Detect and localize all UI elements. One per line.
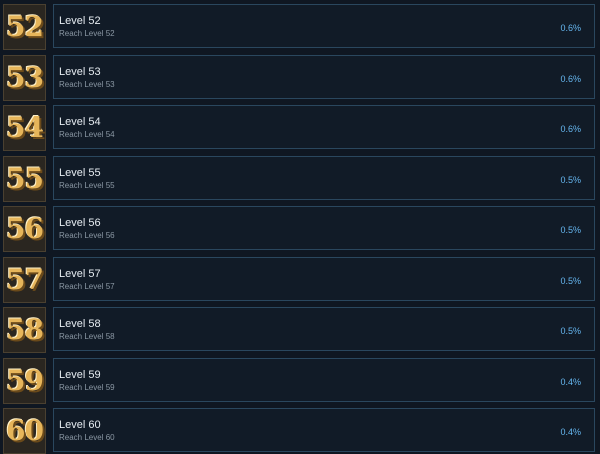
achievement-card[interactable]: Level 52 Reach Level 52 0.6% xyxy=(53,4,595,48)
achievement-badge-icon: 55 xyxy=(3,155,46,202)
achievement-title: Level 54 xyxy=(59,116,101,128)
achievement-description: Reach Level 57 xyxy=(59,281,115,291)
achievement-card[interactable]: Level 59 Reach Level 59 0.4% xyxy=(53,357,595,402)
achievement-description: Reach Level 56 xyxy=(59,231,115,240)
unlock-percent: 0.5% xyxy=(560,174,581,185)
achievement-title: Level 52 xyxy=(59,15,101,27)
achievement-title: Level 59 xyxy=(59,368,101,381)
achievement-badge-icon: 60 xyxy=(3,408,46,454)
badge-number: 60 xyxy=(6,414,44,447)
unlock-percent: 0.5% xyxy=(560,275,581,286)
achievement-badge-icon: 54 xyxy=(3,105,46,151)
achievement-badge-icon: 52 xyxy=(3,4,46,50)
achievement-badge-icon: 59 xyxy=(3,357,46,404)
achievement-badge-icon: 53 xyxy=(3,54,46,101)
achievement-card[interactable]: Level 54 Reach Level 54 0.6% xyxy=(53,105,595,149)
achievement-card[interactable]: Level 60 Reach Level 60 0.4% xyxy=(53,408,595,452)
achievement-description: Reach Level 59 xyxy=(59,382,115,392)
unlock-percent: 0.4% xyxy=(560,376,581,387)
achievement-row[interactable]: 55 Level 55 Reach Level 55 0.5% xyxy=(0,155,600,202)
achievement-badge-icon: 57 xyxy=(3,256,46,303)
achievement-title: Level 58 xyxy=(59,318,101,330)
achievement-row[interactable]: 60 Level 60 Reach Level 60 0.4% xyxy=(0,408,600,454)
badge-number: 58 xyxy=(6,313,44,346)
achievement-title: Level 60 xyxy=(59,419,101,431)
unlock-percent: 0.4% xyxy=(560,427,581,437)
achievement-row[interactable]: 54 Level 54 Reach Level 54 0.6% xyxy=(0,105,600,151)
badge-number: 59 xyxy=(6,363,44,397)
unlock-percent: 0.6% xyxy=(560,124,581,134)
badge-number: 52 xyxy=(6,10,44,43)
achievement-description: Reach Level 54 xyxy=(59,130,115,139)
unlock-percent: 0.6% xyxy=(560,73,581,84)
achievement-row[interactable]: 59 Level 59 Reach Level 59 0.4% xyxy=(0,357,600,404)
achievement-description: Reach Level 55 xyxy=(59,180,115,190)
achievement-description: Reach Level 53 xyxy=(59,79,115,89)
achievement-card[interactable]: Level 56 Reach Level 56 0.5% xyxy=(53,206,595,250)
achievement-badge-icon: 56 xyxy=(3,206,46,252)
achievement-title: Level 57 xyxy=(59,267,101,280)
badge-number: 55 xyxy=(6,161,44,195)
unlock-percent: 0.5% xyxy=(560,225,581,235)
achievement-description: Reach Level 58 xyxy=(59,332,115,341)
achievement-card[interactable]: Level 55 Reach Level 55 0.5% xyxy=(53,155,595,200)
badge-number: 54 xyxy=(6,111,44,144)
achievement-description: Reach Level 60 xyxy=(59,433,115,442)
unlock-percent: 0.5% xyxy=(560,326,581,336)
achievement-row[interactable]: 56 Level 56 Reach Level 56 0.5% xyxy=(0,206,600,252)
achievement-title: Level 56 xyxy=(59,217,101,229)
badge-number: 57 xyxy=(6,262,44,296)
achievement-badge-icon: 58 xyxy=(3,307,46,353)
unlock-percent: 0.6% xyxy=(560,23,581,33)
achievement-row[interactable]: 53 Level 53 Reach Level 53 0.6% xyxy=(0,54,600,101)
achievement-row[interactable]: 58 Level 58 Reach Level 58 0.5% xyxy=(0,307,600,353)
achievement-row[interactable]: 57 Level 57 Reach Level 57 0.5% xyxy=(0,256,600,303)
achievement-title: Level 53 xyxy=(59,65,101,78)
badge-number: 56 xyxy=(6,212,44,245)
achievement-list: 52 Level 52 Reach Level 52 0.6% 53 Level… xyxy=(0,0,600,454)
achievement-card[interactable]: Level 58 Reach Level 58 0.5% xyxy=(53,307,595,351)
achievement-title: Level 55 xyxy=(59,166,101,179)
achievement-card[interactable]: Level 53 Reach Level 53 0.6% xyxy=(53,54,595,99)
achievement-card[interactable]: Level 57 Reach Level 57 0.5% xyxy=(53,256,595,301)
achievement-description: Reach Level 52 xyxy=(59,29,115,38)
achievement-row[interactable]: 52 Level 52 Reach Level 52 0.6% xyxy=(0,4,600,50)
badge-number: 53 xyxy=(6,60,44,94)
